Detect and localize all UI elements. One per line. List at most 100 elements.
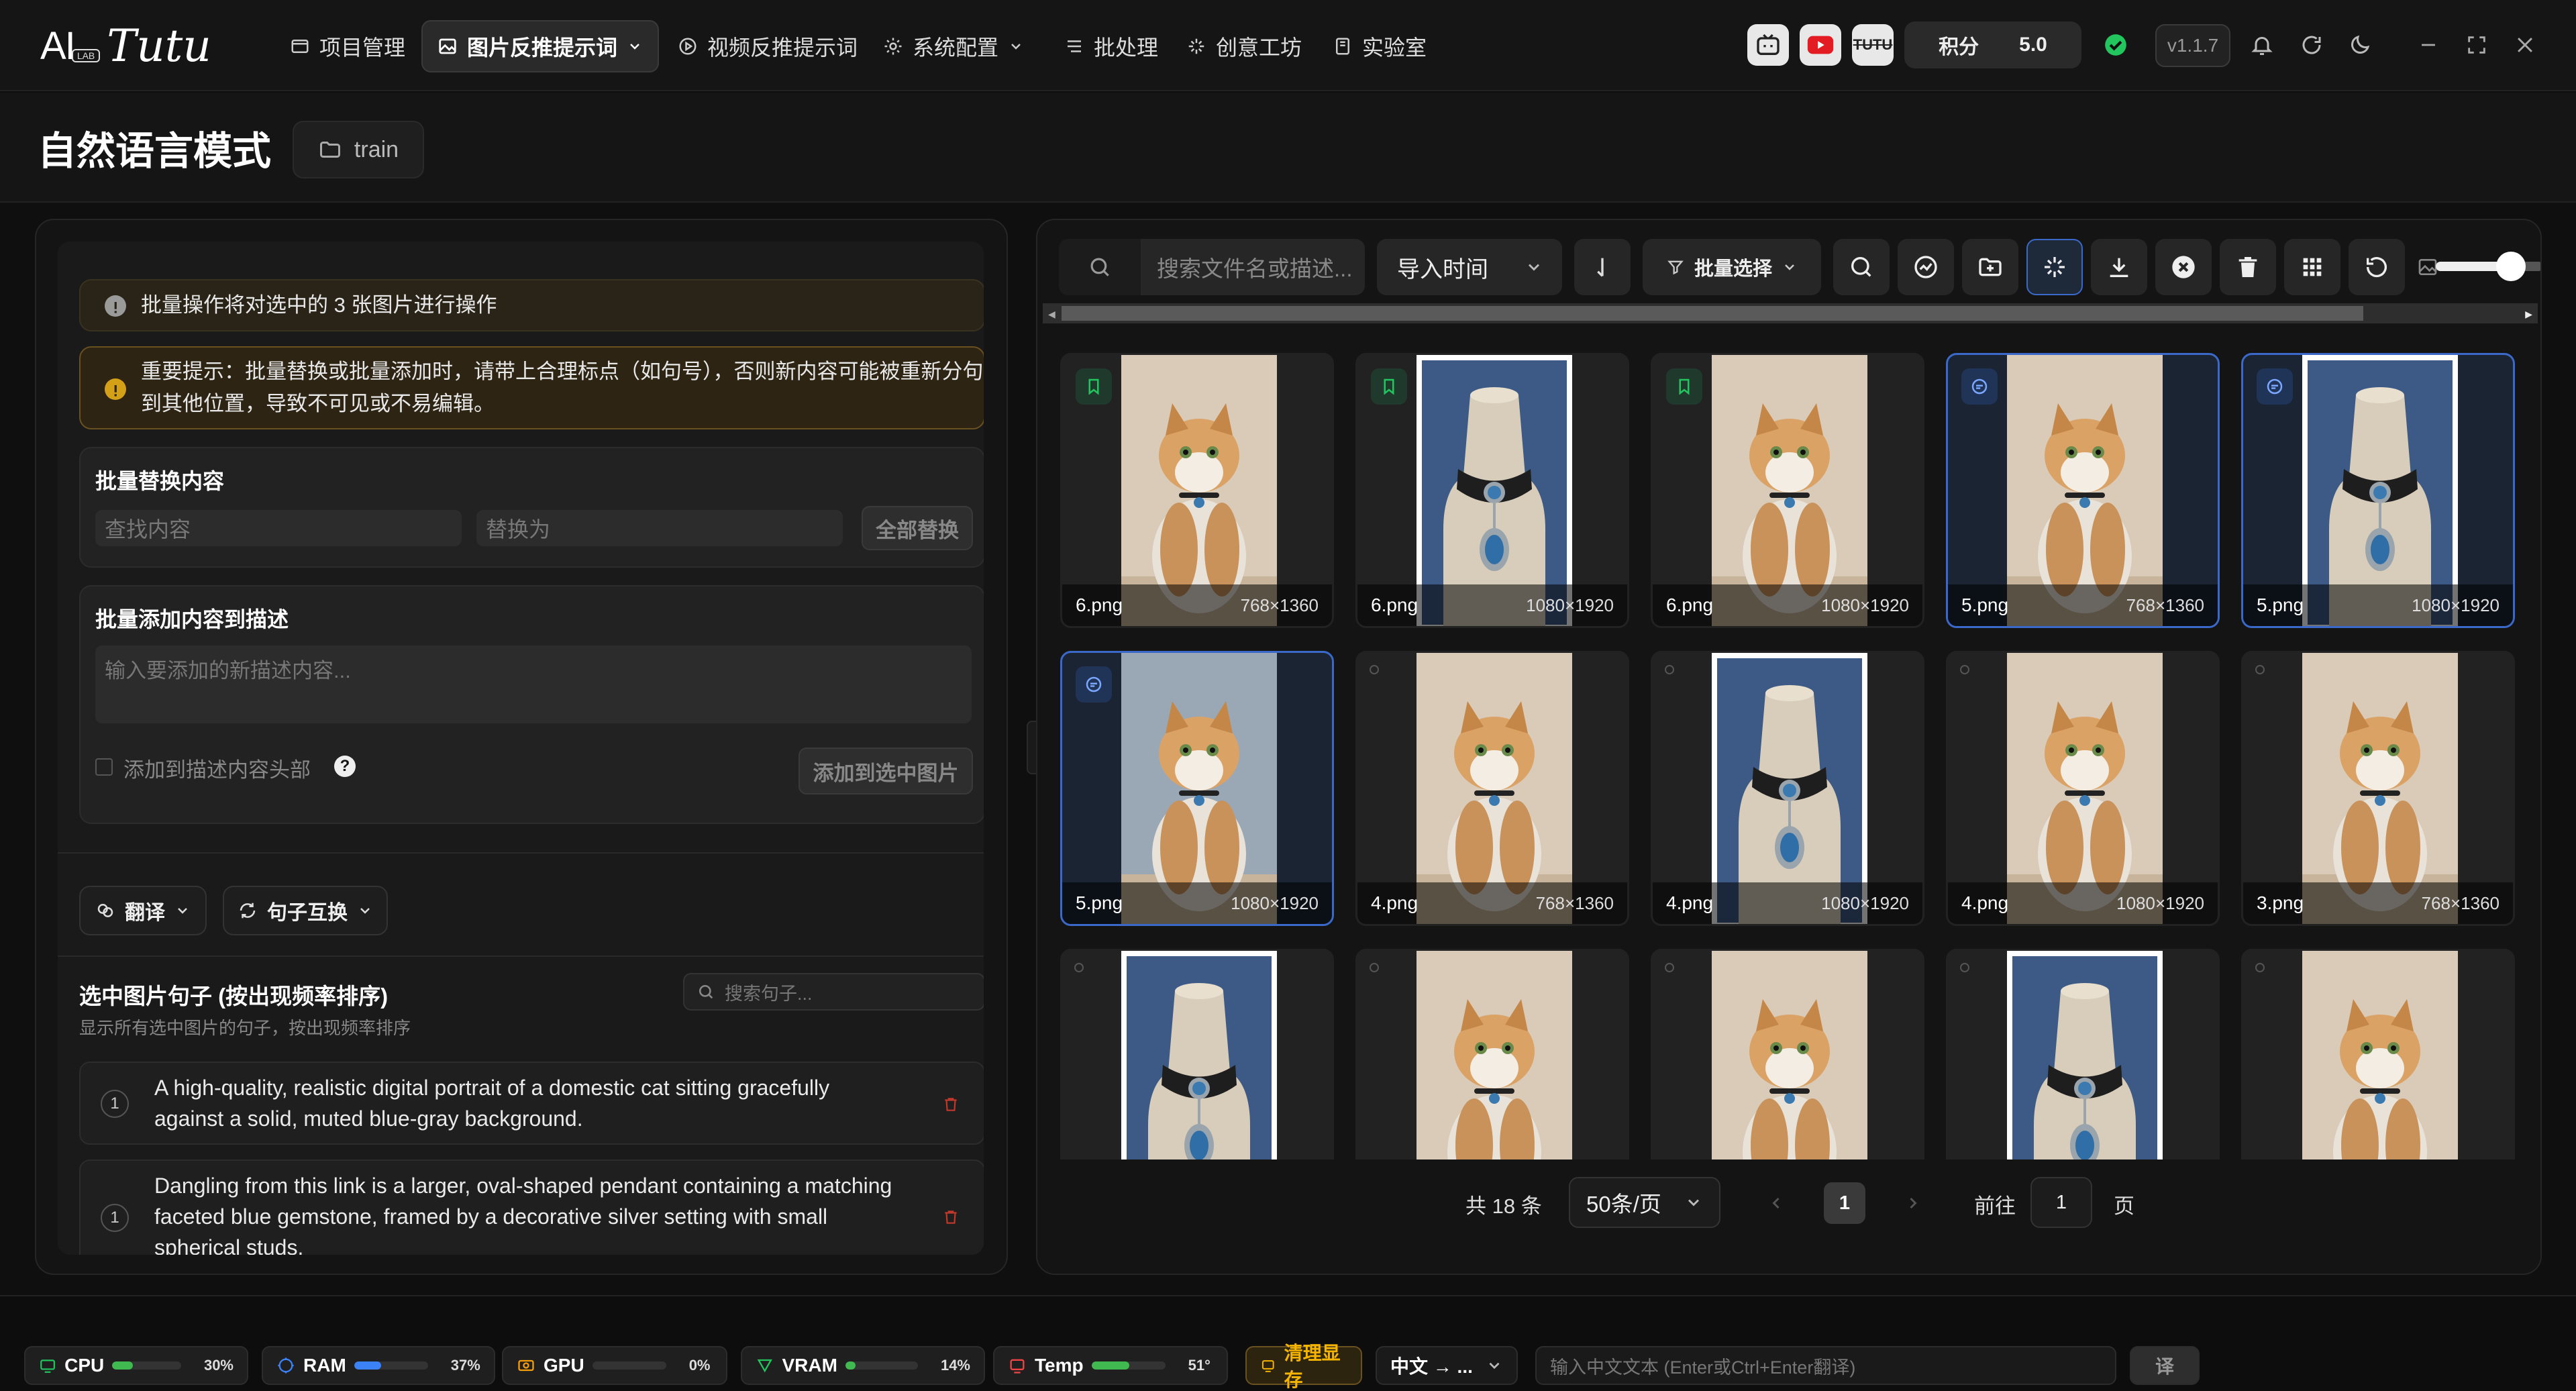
image-card[interactable]: 5.png 1080×1920: [1060, 651, 1334, 926]
sentence-item[interactable]: 1 A high-quality, realistic digital port…: [79, 1062, 984, 1145]
folder-chip[interactable]: train: [293, 121, 424, 178]
select-dot[interactable]: [1960, 665, 1969, 674]
image-card[interactable]: 4.png 1080×1920: [1651, 651, 1924, 926]
sparkle-icon: [1188, 38, 1204, 54]
image-card[interactable]: [1355, 949, 1629, 1160]
scrollbar-thumb[interactable]: [1062, 306, 2363, 321]
image-filename: 6.png: [1371, 595, 1419, 615]
folder-plus-icon: [1979, 258, 2002, 276]
trash-icon[interactable]: [942, 1208, 960, 1227]
select-dot[interactable]: [2255, 963, 2265, 972]
sentence-item[interactable]: 1 Dangling from this link is a larger, o…: [79, 1160, 984, 1255]
caption-badge: [1076, 666, 1112, 703]
image-card[interactable]: 5.png 768×1360: [1946, 353, 2220, 628]
sentence-line: spherical studs.: [154, 1235, 304, 1255]
nav-image-reverse-prompt[interactable]: 图片反推提示词: [421, 20, 660, 72]
scroll-right-icon[interactable]: ▶: [2525, 309, 2532, 320]
refresh-icon[interactable]: [2296, 30, 2327, 60]
select-dot[interactable]: [1665, 665, 1674, 674]
gallery-search[interactable]: 搜索文件名或描述...: [1059, 239, 1365, 295]
page-button-current[interactable]: 1: [1824, 1182, 1865, 1224]
nav-label: 系统配置: [913, 36, 999, 60]
folder-name: train: [354, 136, 399, 162]
sentence-text[interactable]: Dangling from this link is a larger, ova…: [154, 1170, 926, 1255]
sentence-text[interactable]: A high-quality, realistic digital portra…: [154, 1072, 926, 1134]
image-card[interactable]: [2241, 949, 2515, 1160]
image-card[interactable]: [1651, 949, 1924, 1160]
nav-lab[interactable]: 实验室: [1318, 20, 1441, 72]
image-card[interactable]: 5.png 1080×1920: [2241, 353, 2515, 628]
batch-edit-scroll[interactable]: 批量操作将对选中的 3 张图片进行操作 重要提示：批量替换或批量添加时，请带上合…: [58, 242, 984, 1255]
next-page-icon[interactable]: [1892, 1182, 1934, 1224]
quick-translate-input[interactable]: 输入中文文本 (Enter或Ctrl+Enter翻译): [1535, 1346, 2116, 1385]
image-card[interactable]: 6.png 1080×1920: [1651, 353, 1924, 628]
close-icon[interactable]: [2510, 30, 2540, 60]
nav-label: 图片反推提示词: [467, 36, 618, 60]
sort-select[interactable]: 导入时间: [1377, 239, 1562, 295]
tutu-badge-icon[interactable]: TUTU: [1852, 24, 1894, 66]
image-card[interactable]: 6.png 1080×1920: [1355, 353, 1629, 628]
replace-input[interactable]: 替换为: [476, 510, 843, 546]
page-size-select[interactable]: 50条/页: [1569, 1177, 1720, 1228]
select-dot[interactable]: [1665, 963, 1674, 972]
bell-icon[interactable]: [2247, 30, 2277, 60]
ai-caption-button[interactable]: [1898, 239, 1954, 295]
image-card[interactable]: 4.png 1080×1920: [1946, 651, 2220, 926]
youtube-icon[interactable]: [1800, 24, 1841, 66]
app-logo[interactable]: AI LAB Tutu: [40, 19, 211, 72]
chevron-down-icon: [1489, 1362, 1500, 1370]
translate-dropdown[interactable]: 翻译: [79, 886, 207, 935]
ram-percent: 37%: [450, 1357, 480, 1374]
nav-batch[interactable]: 批处理: [1049, 20, 1173, 72]
select-dot[interactable]: [1370, 665, 1379, 674]
sentence-search-input[interactable]: 搜索句子...: [683, 973, 984, 1011]
moon-icon[interactable]: [2345, 30, 2375, 60]
sentence-swap-dropdown[interactable]: 句子互换: [223, 886, 388, 935]
reload-button[interactable]: [2349, 239, 2405, 295]
maximize-icon[interactable]: [2461, 30, 2492, 60]
add-description-textarea[interactable]: 输入要添加的新描述内容...: [95, 646, 972, 723]
trash-icon[interactable]: [942, 1095, 960, 1114]
help-icon[interactable]: ?: [334, 756, 356, 777]
image-card[interactable]: 4.png 768×1360: [1355, 651, 1629, 926]
nav-creative-workshop[interactable]: 创意工坊: [1172, 20, 1317, 72]
nav-video-reverse-prompt[interactable]: 视频反推提示词: [663, 20, 872, 72]
horizontal-scrollbar[interactable]: ◀ ▶: [1043, 303, 2538, 323]
scroll-left-icon[interactable]: ◀: [1048, 309, 1055, 320]
find-input[interactable]: 查找内容: [95, 510, 462, 546]
image-card[interactable]: [1060, 949, 1334, 1160]
goto-page-input[interactable]: 1: [2030, 1177, 2092, 1228]
search-images-button[interactable]: [1833, 239, 1890, 295]
delete-button[interactable]: [2220, 239, 2276, 295]
nav-project-management[interactable]: 项目管理: [275, 20, 420, 72]
prev-page-icon[interactable]: [1755, 1182, 1797, 1224]
clear-selection-button[interactable]: [2155, 239, 2212, 295]
temp-monitor: Temp 51°: [993, 1346, 1228, 1385]
image-card[interactable]: 3.png 768×1360: [2241, 651, 2515, 926]
clear-vram-button[interactable]: 清理显存: [1245, 1343, 1362, 1390]
grid-view-button[interactable]: [2284, 239, 2340, 295]
slider-handle[interactable]: [2496, 252, 2526, 281]
import-folder-button[interactable]: [1962, 239, 2018, 295]
image-card[interactable]: [1946, 949, 2220, 1160]
auto-tag-button[interactable]: [2026, 239, 2083, 295]
download-button[interactable]: [2091, 239, 2147, 295]
select-dot[interactable]: [2255, 665, 2265, 674]
select-dot[interactable]: [1074, 963, 1084, 972]
add-to-head-checkbox[interactable]: [95, 758, 113, 776]
sparkle-icon: [2045, 257, 2065, 277]
thumbnail-size-slider[interactable]: [2436, 252, 2540, 281]
sort-direction-button[interactable]: [1574, 239, 1631, 295]
add-to-selected-button[interactable]: 添加到选中图片: [798, 748, 973, 794]
translate-language-select[interactable]: 中文 → ...: [1376, 1346, 1518, 1385]
replace-all-button[interactable]: 全部替换: [862, 506, 973, 550]
minimize-icon[interactable]: [2413, 30, 2444, 60]
version-badge[interactable]: v1.1.7: [2155, 24, 2230, 67]
image-card[interactable]: 6.png 768×1360: [1060, 353, 1334, 628]
select-dot[interactable]: [1370, 963, 1379, 972]
select-dot[interactable]: [1960, 963, 1969, 972]
translate-button[interactable]: 译: [2130, 1346, 2200, 1385]
bilibili-icon[interactable]: [1747, 24, 1789, 66]
nav-system-config[interactable]: 系统配置: [868, 20, 1039, 72]
batch-select-dropdown[interactable]: 批量选择: [1643, 239, 1821, 295]
